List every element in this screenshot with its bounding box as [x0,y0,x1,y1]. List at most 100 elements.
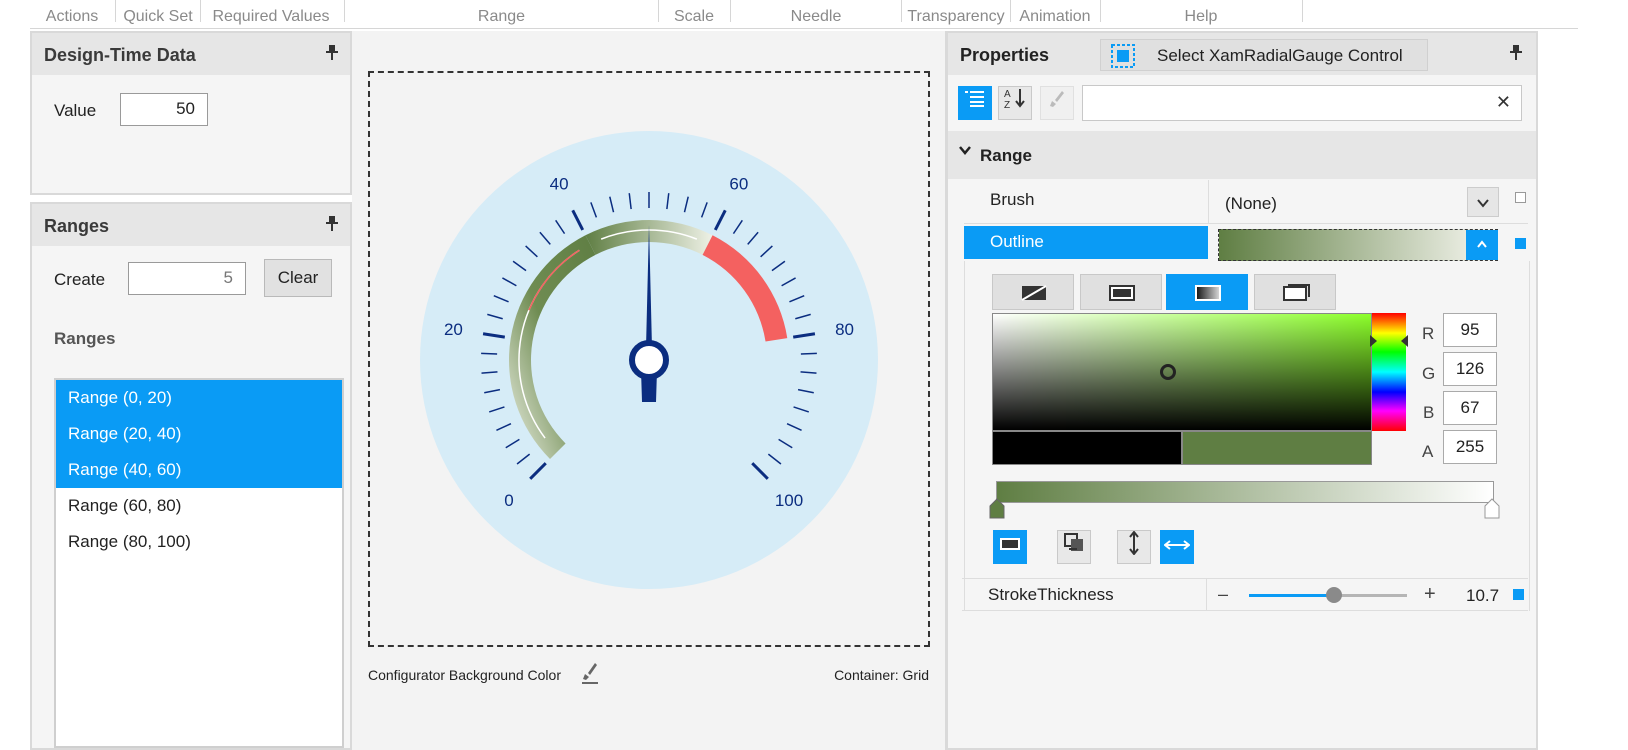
selected-color-swatch [1182,431,1372,465]
resource-brush-mode-button[interactable] [1254,274,1336,310]
panel-header: Design-Time Data [32,33,350,75]
no-brush-mode-button[interactable] [992,274,1074,310]
properties-header: Properties Select XamRadialGauge Control [948,33,1536,75]
range-category-header[interactable]: Range [948,131,1536,179]
select-control-label: Select XamRadialGauge Control [1157,46,1403,65]
row-divider [1206,579,1207,610]
stroke-thickness-value: 10.7 [1466,586,1500,605]
outline-property-label: Outline [964,226,1208,259]
linear-gradient-icon[interactable] [993,530,1027,564]
clear-button[interactable]: Clear [264,259,332,297]
tab-quick-set[interactable]: Quick Set [116,8,200,26]
increase-stroke-button[interactable]: + [1424,583,1436,606]
create-count-input[interactable]: 5 [128,262,246,295]
gauge-tick-label: 60 [729,175,748,194]
list-item[interactable]: Range (40, 60) [56,452,342,488]
pin-icon[interactable] [326,216,338,235]
gauge-tick-label: 20 [444,320,463,339]
sort-alphabetical-icon[interactable]: AZ [998,86,1032,120]
gauge-tick-label: 0 [504,491,513,510]
value-input[interactable]: 50 [120,93,208,126]
list-item[interactable]: Range (0, 20) [56,380,342,416]
chevron-down-icon [958,143,972,162]
background-color-label: Configurator Background Color [368,667,561,683]
green-input[interactable]: 126 [1443,352,1497,386]
outline-label-text: Outline [990,232,1044,251]
tab-required-values[interactable]: Required Values [201,8,341,26]
ranges-list-heading: Ranges [54,329,116,348]
vertical-gradient-icon[interactable] [1117,530,1151,564]
gradient-brush-mode-button[interactable] [1166,274,1248,310]
blue-input[interactable]: 67 [1443,391,1497,425]
alpha-label: A [1422,442,1434,461]
saturation-value-picker[interactable] [992,313,1372,431]
slider-fill [1249,594,1334,597]
panel-title: Ranges [44,216,110,236]
outline-gradient-preview[interactable] [1218,229,1498,261]
clear-search-icon[interactable]: ✕ [1496,92,1511,113]
tab-range[interactable]: Range [345,8,658,26]
ranges-panel: Ranges Create 5 Clear Ranges Range (0, 2… [30,202,352,750]
ranges-list: Range (0, 20) Range (20, 40) Range (40, … [54,378,344,748]
stroke-set-marker[interactable] [1513,589,1524,600]
minor-tick [481,352,498,355]
panel-header: Ranges [32,204,350,246]
tab-separator [1302,0,1303,22]
needle-pivot [629,340,669,380]
pin-icon[interactable] [1510,45,1522,64]
red-label: R [1422,324,1435,343]
alpha-input[interactable]: 255 [1443,430,1497,464]
blue-label: B [1423,403,1435,422]
design-time-data-panel: Design-Time Data Value 50 [30,31,352,195]
tab-scale[interactable]: Scale [659,8,729,26]
panel-title: Design-Time Data [44,45,196,65]
list-item[interactable]: Range (20, 40) [56,416,342,452]
svg-text:Z: Z [1004,100,1010,109]
tab-actions[interactable]: Actions [30,8,114,26]
gauge-tick-label: 80 [835,320,854,339]
select-control-button[interactable]: Select XamRadialGauge Control [1100,39,1428,71]
tab-needle[interactable]: Needle [731,8,901,26]
stroke-thickness-slider[interactable] [1249,587,1407,603]
brush-value-dropdown[interactable]: (None) [1208,180,1528,224]
slider-thumb[interactable] [1325,587,1342,603]
stroke-thickness-label: StrokeThickness [988,585,1114,604]
select-control-icon [1111,44,1135,73]
solid-brush-mode-button[interactable] [1080,274,1162,310]
value-label: Value [54,101,97,120]
tab-animation[interactable]: Animation [1011,8,1099,26]
categorized-view-icon[interactable] [958,86,992,120]
brush-icon[interactable] [1040,86,1074,120]
svg-text:A: A [1004,89,1011,100]
list-item[interactable]: Range (60, 80) [56,488,342,524]
gradient-stop-start[interactable] [988,498,1006,520]
chevron-up-icon[interactable] [1466,230,1498,260]
category-title: Range [980,146,1032,165]
hue-slider-thumb[interactable] [1370,335,1408,347]
property-search-input[interactable]: ✕ [1082,85,1522,121]
tab-transparency[interactable]: Transparency [902,8,1010,26]
gradient-stop-bar[interactable] [996,481,1494,503]
properties-title: Properties [960,45,1050,65]
brush-default-marker[interactable] [1515,192,1526,203]
reverse-gradient-icon[interactable] [1057,530,1091,564]
dropdown-chevron-icon[interactable] [1467,187,1499,217]
red-input[interactable]: 95 [1443,313,1497,347]
container-label: Container: Grid [834,667,929,683]
pin-icon[interactable] [326,45,338,64]
gauge-tick-label: 40 [550,175,569,194]
gradient-stop-end[interactable] [1483,498,1501,520]
tab-help[interactable]: Help [1101,8,1301,26]
decrease-stroke-button[interactable]: – [1218,584,1228,605]
list-item[interactable]: Range (80, 100) [56,524,342,560]
horizontal-gradient-icon[interactable] [1160,530,1194,564]
radial-gauge[interactable]: 0 20 40 60 80 100 [420,131,878,589]
color-cursor[interactable] [1160,364,1176,380]
minor-tick [800,352,817,355]
green-label: G [1422,364,1436,383]
create-label: Create [54,270,106,289]
outline-set-marker[interactable] [1515,238,1526,249]
hue-slider[interactable] [1370,313,1408,431]
brush-picker-icon[interactable] [580,661,600,690]
previous-color-swatch [992,431,1182,465]
